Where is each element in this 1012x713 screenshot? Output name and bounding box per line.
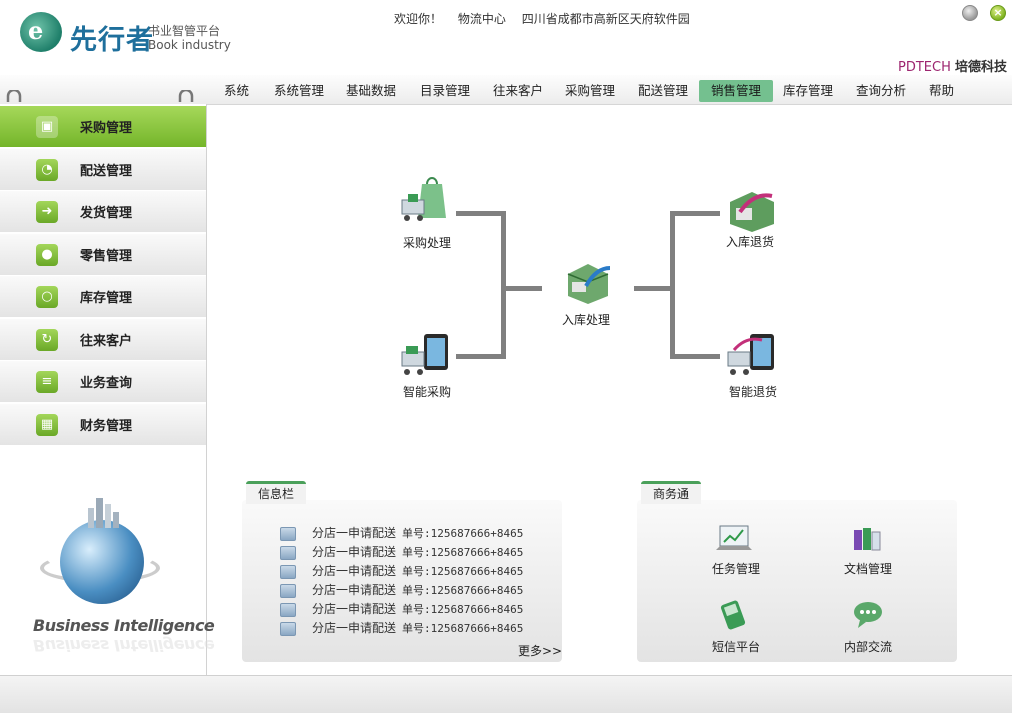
sidebar-item-query[interactable]: ≡ 业务查询	[0, 361, 206, 403]
biz-item-docs[interactable]: 文档管理	[844, 560, 892, 577]
tab-info[interactable]: 信息栏	[246, 481, 307, 504]
message-checkbox-icon[interactable]	[280, 564, 296, 579]
top-info-bar: 欢迎你！ 物流中心 四川省成都市高新区天府软件园	[394, 10, 702, 27]
bi-logo-text: Business Intelligence	[33, 616, 215, 635]
sidebar-item-label: 发货管理	[80, 206, 133, 221]
sidebar-item-delivery[interactable]: ◔ 配送管理	[0, 149, 206, 191]
arrow-right-icon: ➜	[36, 201, 58, 223]
bi-logo-reflection: Business Intelligence	[33, 636, 215, 655]
sidebar-item-label: 采购管理	[80, 121, 133, 136]
nav-item-catalog[interactable]: 目录管理	[414, 80, 476, 102]
message-checkbox-icon[interactable]	[280, 602, 296, 617]
rss-icon: ◔	[36, 159, 58, 181]
message-checkbox-icon[interactable]	[280, 621, 296, 636]
biz-item-sms[interactable]: 短信平台	[712, 638, 760, 655]
company-en: PDTECH	[898, 60, 951, 75]
sidebar-item-label: 零售管理	[80, 249, 133, 264]
company-label: PDTECH 培德科技	[898, 56, 1007, 75]
company-cn: 培德科技	[955, 60, 1008, 75]
brand-name: 先行者	[70, 25, 154, 56]
brand-subtitle-en: Book industry	[148, 38, 231, 52]
message-checkbox-icon[interactable]	[280, 583, 296, 598]
flow-label-smart-return: 智能退货	[729, 385, 778, 399]
flow-line	[501, 211, 506, 359]
list-item[interactable]: 分店一申请配送 单号:125687666+8465	[280, 581, 523, 598]
nav-item-sales[interactable]: 销售管理	[699, 80, 773, 102]
flow-label-smart-purchase: 智能采购	[403, 385, 452, 399]
biz-panel	[637, 500, 957, 662]
task-chart-icon[interactable]	[716, 524, 752, 554]
sms-phone-icon[interactable]	[716, 600, 752, 630]
city-skyline-icon	[88, 498, 119, 528]
sidebar-item-label: 库存管理	[80, 291, 133, 306]
ring-icon: ○	[36, 286, 58, 308]
center-text: 物流中心	[457, 12, 506, 26]
list-item[interactable]: 分店一申请配送 单号:125687666+8465	[280, 619, 523, 636]
footer-bar	[0, 675, 1012, 713]
document-books-icon[interactable]	[850, 524, 886, 554]
nav-item-base-data[interactable]: 基础数据	[340, 80, 402, 102]
list-item[interactable]: 分店一申请配送 单号:125687666+8465	[280, 524, 523, 541]
inbound-box-icon[interactable]	[562, 260, 614, 306]
sidebar-item-inventory[interactable]: ○ 库存管理	[0, 276, 206, 318]
nav-item-delivery[interactable]: 配送管理	[632, 80, 694, 102]
nav-item-purchase[interactable]: 采购管理	[559, 80, 621, 102]
sidebar-item-shipping[interactable]: ➜ 发货管理	[0, 191, 206, 233]
shopping-bag-cart-icon[interactable]	[398, 176, 450, 222]
sidebar-item-finance[interactable]: ▦ 财务管理	[0, 404, 206, 446]
flow-line	[456, 211, 506, 216]
sidebar-item-label: 业务查询	[80, 376, 133, 391]
flow-label-purchase: 采购处理	[403, 236, 452, 250]
nav-item-query[interactable]: 查询分析	[850, 80, 912, 102]
nav-item-help[interactable]: 帮助	[923, 80, 960, 102]
clip-icon	[178, 90, 194, 102]
flow-label-inbound: 入库处理	[562, 313, 611, 327]
flow-label-inbound-return: 入库退货	[726, 235, 775, 249]
list-item[interactable]: 分店一申请配送 单号:125687666+8465	[280, 543, 523, 560]
list-icon: ≡	[36, 371, 58, 393]
welcome-text: 欢迎你！	[394, 12, 443, 26]
clip-icon	[6, 90, 22, 102]
biz-item-task[interactable]: 任务管理	[712, 560, 760, 577]
close-icon[interactable]: ×	[990, 5, 1006, 21]
sidebar-item-label: 财务管理	[80, 419, 133, 434]
refresh-icon: ↻	[36, 329, 58, 351]
nav-item-inventory[interactable]: 库存管理	[777, 80, 839, 102]
address-text: 四川省成都市高新区天府软件园	[521, 12, 690, 26]
sidebar-item-label: 配送管理	[80, 164, 133, 179]
list-item[interactable]: 分店一申请配送 单号:125687666+8465	[280, 562, 523, 579]
message-checkbox-icon[interactable]	[280, 526, 296, 541]
flow-line	[670, 211, 720, 216]
flow-line	[670, 211, 675, 359]
globe-image	[60, 520, 144, 604]
flow-line	[634, 286, 670, 291]
message-checkbox-icon[interactable]	[280, 545, 296, 560]
biz-item-chat[interactable]: 内部交流	[844, 638, 892, 655]
sidebar-item-retail[interactable]: ● 零售管理	[0, 234, 206, 276]
sidebar-item-customers[interactable]: ↻ 往来客户	[0, 319, 206, 361]
list-item[interactable]: 分店一申请配送 单号:125687666+8465	[280, 600, 523, 617]
flow-line	[456, 354, 506, 359]
flow-line	[670, 354, 720, 359]
flow-line	[506, 286, 542, 291]
brand-subtitle-cn: 书业智管平台	[148, 24, 221, 38]
chat-bubble-icon[interactable]	[850, 600, 886, 630]
sidebar-item-label: 往来客户	[80, 334, 133, 349]
minimize-icon[interactable]	[962, 5, 978, 21]
sidebar-item-purchase[interactable]: ▣ 采购管理	[0, 106, 206, 148]
tab-biz[interactable]: 商务通	[641, 481, 702, 504]
user-icon: ●	[36, 244, 58, 266]
calendar-icon: ▦	[36, 414, 58, 436]
logo-letter: e	[28, 16, 44, 45]
cart-icon: ▣	[36, 116, 58, 138]
nav-item-system[interactable]: 系统	[218, 80, 255, 102]
more-link[interactable]: 更多>>	[518, 642, 562, 659]
tablet-return-icon[interactable]	[724, 332, 776, 378]
nav-item-customers[interactable]: 往来客户	[487, 80, 549, 102]
tablet-cart-icon[interactable]	[398, 332, 450, 378]
return-box-icon[interactable]	[726, 188, 778, 234]
nav-item-system-mgmt[interactable]: 系统管理	[268, 80, 330, 102]
